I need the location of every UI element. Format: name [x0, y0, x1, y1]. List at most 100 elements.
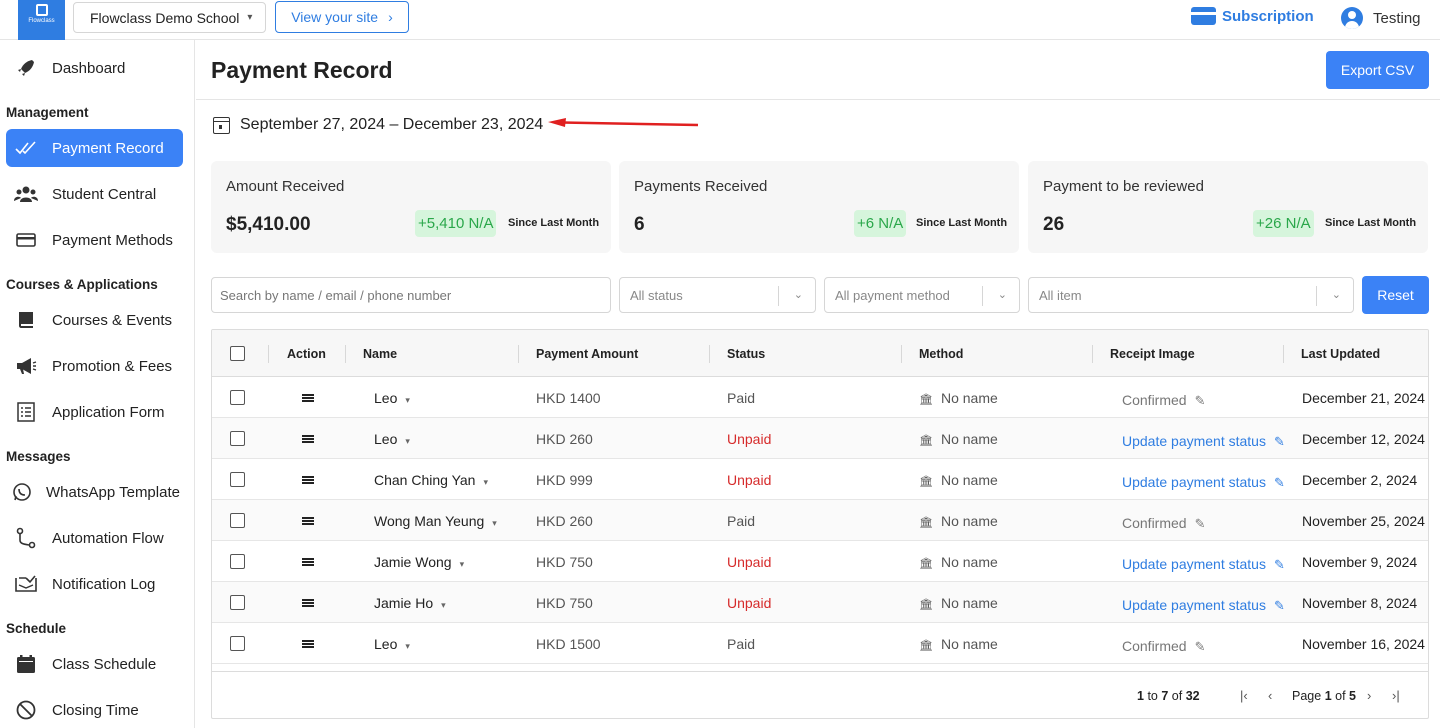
- table-row[interactable]: Leo ▾ HKD 260 Unpaid 🏛 No name Update paym…: [212, 418, 1428, 459]
- sidebar-item-whatsapp-template[interactable]: WhatsApp Template: [6, 473, 183, 511]
- view-site-button[interactable]: View your site ›: [275, 1, 409, 33]
- user-menu[interactable]: Testing: [1341, 7, 1421, 29]
- section-courses: Courses & Applications: [6, 277, 158, 292]
- logo-text: Flowclass: [28, 18, 55, 24]
- row-last-updated: November 8, 2024: [1302, 595, 1418, 611]
- divider: [268, 345, 269, 363]
- sidebar-item-automation-flow[interactable]: Automation Flow: [6, 519, 183, 557]
- flowclass-logo[interactable]: Flowclass: [18, 0, 65, 40]
- chevron-down-icon: ▾: [405, 436, 410, 446]
- update-payment-status-link[interactable]: Update payment status ✎: [1122, 433, 1285, 450]
- row-checkbox[interactable]: [230, 554, 245, 569]
- update-payment-status-link[interactable]: Update payment status ✎: [1122, 556, 1285, 573]
- chevron-down-icon: ▾: [492, 518, 497, 528]
- block-icon: [14, 698, 38, 722]
- row-checkbox[interactable]: [230, 390, 245, 405]
- update-payment-status-link[interactable]: Update payment status ✎: [1122, 474, 1285, 491]
- row-name[interactable]: Wong Man Yeung ▾: [374, 513, 497, 529]
- table-header: Action Name Payment Amount Status Method…: [212, 330, 1428, 377]
- next-page-icon[interactable]: ›: [1367, 688, 1371, 703]
- row-last-updated: December 12, 2024: [1302, 431, 1425, 447]
- export-csv-button[interactable]: Export CSV: [1326, 51, 1429, 89]
- bank-icon: 🏛: [919, 558, 933, 570]
- divider: [778, 286, 779, 306]
- sidebar-item-courses-events[interactable]: Courses & Events: [6, 301, 183, 339]
- column-header-last-updated[interactable]: Last Updated: [1301, 347, 1380, 361]
- row-menu-icon[interactable]: [302, 599, 314, 607]
- sidebar-item-application-form[interactable]: Application Form: [6, 393, 183, 431]
- row-name[interactable]: Jamie Ho ▾: [374, 595, 446, 611]
- sidebar-item-promotion-fees[interactable]: Promotion & Fees: [6, 347, 183, 385]
- row-checkbox[interactable]: [230, 472, 245, 487]
- pagination-range: 1 to 7 of 32: [1137, 689, 1200, 703]
- sidebar-item-payment-methods[interactable]: Payment Methods: [6, 221, 183, 259]
- column-header-amount[interactable]: Payment Amount: [536, 347, 638, 361]
- row-status: Paid: [727, 636, 756, 652]
- row-name[interactable]: Leo ▾: [374, 431, 410, 447]
- top-bar: Flowclass Flowclass Demo School ▾ View y…: [0, 0, 1440, 40]
- row-checkbox[interactable]: [230, 636, 245, 651]
- sidebar-item-notification-log[interactable]: Notification Log: [6, 565, 183, 603]
- section-management: Management: [6, 105, 89, 120]
- update-payment-status-link[interactable]: Update payment status ✎: [1122, 597, 1285, 614]
- column-header-status[interactable]: Status: [727, 347, 765, 361]
- row-name[interactable]: Leo ▾: [374, 636, 410, 652]
- last-page-icon[interactable]: ›|: [1392, 688, 1400, 703]
- row-menu-icon[interactable]: [302, 394, 314, 402]
- row-menu-icon[interactable]: [302, 476, 314, 484]
- chevron-down-icon: ⌄: [793, 289, 803, 301]
- prev-page-icon[interactable]: ‹: [1268, 688, 1272, 703]
- sidebar-item-payment-record[interactable]: Payment Record: [6, 129, 183, 167]
- table-row[interactable]: Leo ▾ HKD 1500 Paid 🏛 No name Confirmed ✎ N…: [212, 623, 1428, 664]
- row-receipt-status[interactable]: Confirmed ✎: [1122, 638, 1206, 655]
- table-row[interactable]: Jamie Ho ▾ HKD 750 Unpaid 🏛 No name Update…: [212, 582, 1428, 623]
- sidebar-item-label: Student Central: [52, 185, 157, 203]
- select-all-checkbox[interactable]: [230, 346, 245, 361]
- divider: [1283, 345, 1284, 363]
- subscription-link[interactable]: Subscription: [1191, 7, 1314, 25]
- status-filter-select[interactable]: All status ⌄: [619, 277, 816, 313]
- stat-label: Payments Received: [634, 178, 768, 195]
- date-range-text: September 27, 2024 – December 23, 2024: [240, 116, 544, 133]
- row-name[interactable]: Chan Ching Yan ▾: [374, 472, 488, 488]
- sidebar-item-student-central[interactable]: Student Central: [6, 175, 183, 213]
- table-row[interactable]: Wong Man Yeung ▾ HKD 260 Paid 🏛 No name Co…: [212, 500, 1428, 541]
- sidebar-item-class-schedule[interactable]: Class Schedule: [6, 645, 183, 683]
- row-name[interactable]: Jamie Wong ▾: [374, 554, 464, 570]
- first-page-icon[interactable]: |‹: [1240, 688, 1248, 703]
- school-selector[interactable]: Flowclass Demo School ▾: [73, 2, 266, 33]
- table-row[interactable]: Leo ▾ HKD 1400 Paid 🏛 No name Confirmed ✎ D…: [212, 377, 1428, 418]
- row-receipt-status[interactable]: Confirmed ✎: [1122, 392, 1206, 409]
- search-placeholder: Search by name / email / phone number: [220, 287, 452, 303]
- table-row[interactable]: Jamie Wong ▾ HKD 750 Unpaid 🏛 No name Upda…: [212, 541, 1428, 582]
- sidebar-item-dashboard[interactable]: Dashboard: [6, 49, 183, 87]
- row-checkbox[interactable]: [230, 595, 245, 610]
- bank-icon: 🏛: [919, 435, 933, 447]
- column-header-name[interactable]: Name: [363, 347, 397, 361]
- column-header-method[interactable]: Method: [919, 347, 963, 361]
- table-row[interactable]: Chan Ching Yan ▾ HKD 999 Unpaid 🏛 No name …: [212, 459, 1428, 500]
- row-menu-icon[interactable]: [302, 517, 314, 525]
- stat-card-to-be-reviewed: Payment to be reviewed 26 +26 N/A Since …: [1028, 161, 1428, 253]
- stat-label: Amount Received: [226, 178, 345, 195]
- row-menu-icon[interactable]: [302, 640, 314, 648]
- row-checkbox[interactable]: [230, 431, 245, 446]
- row-last-updated: December 2, 2024: [1302, 472, 1418, 488]
- row-name[interactable]: Leo ▾: [374, 390, 410, 406]
- row-receipt-status[interactable]: Confirmed ✎: [1122, 515, 1206, 532]
- row-method: 🏛 No name: [919, 431, 998, 447]
- column-header-receipt[interactable]: Receipt Image: [1110, 347, 1195, 361]
- row-menu-icon[interactable]: [302, 435, 314, 443]
- bank-icon: 🏛: [919, 599, 933, 611]
- item-filter-select[interactable]: All item ⌄: [1028, 277, 1354, 313]
- section-messages: Messages: [6, 449, 71, 464]
- sidebar-item-closing-time[interactable]: Closing Time: [6, 691, 183, 728]
- reset-button[interactable]: Reset: [1362, 276, 1429, 314]
- row-method: 🏛 No name: [919, 472, 998, 488]
- row-menu-icon[interactable]: [302, 558, 314, 566]
- search-input[interactable]: Search by name / email / phone number: [211, 277, 611, 313]
- date-range-picker[interactable]: September 27, 2024 – December 23, 2024: [213, 116, 543, 134]
- method-filter-select[interactable]: All payment method ⌄: [824, 277, 1020, 313]
- row-checkbox[interactable]: [230, 513, 245, 528]
- sidebar-item-label: Courses & Events: [52, 311, 173, 329]
